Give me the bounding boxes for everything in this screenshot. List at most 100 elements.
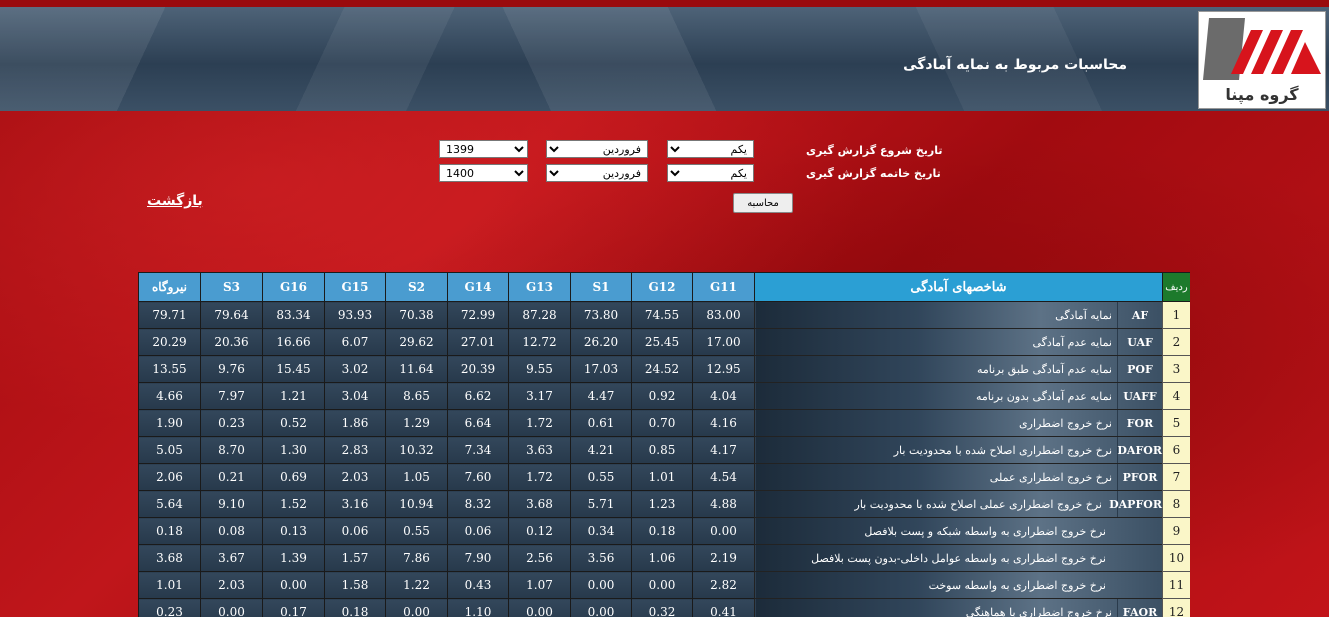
indicator-description: نرخ خروج اضطراری به واسطه شبکه و پست بلا… — [864, 525, 1106, 538]
value-cell: 4.88 — [692, 490, 755, 518]
value-cell: 1.10 — [447, 598, 509, 617]
table-body: 1 AF نمایه آمادگی 83.00 74.55 73.80 87.28 72.99… — [138, 301, 1190, 617]
header-col: G13 — [508, 272, 571, 302]
value-cell: 79.64 — [200, 301, 263, 329]
table-row: 11 نرخ خروج اضطراری به واسطه سوخت 2.82 0.00… — [138, 571, 1190, 599]
value-cell: 3.02 — [324, 355, 386, 383]
value-cell: 0.70 — [631, 409, 693, 437]
value-cell: 24.52 — [631, 355, 693, 383]
row-number: 7 — [1162, 463, 1190, 491]
header-col: G11 — [692, 272, 755, 302]
indicator-cell: AF نمایه آمادگی — [754, 301, 1163, 329]
header-col: G12 — [631, 272, 693, 302]
start-year-select[interactable]: 1399 — [439, 140, 528, 158]
value-cell: 0.34 — [570, 517, 632, 545]
value-cell: 4.16 — [692, 409, 755, 437]
value-cell: 9.55 — [508, 355, 571, 383]
end-month-select[interactable]: فروردین — [546, 164, 648, 182]
indicator-abbr: DAFOR — [1117, 437, 1162, 463]
value-cell: 20.36 — [200, 328, 263, 356]
value-cell: 5.71 — [570, 490, 632, 518]
indicator-cell: FAOR نرخ خروج اضطراری با هماهنگی — [754, 598, 1163, 617]
value-cell: 6.07 — [324, 328, 386, 356]
indicator-description: نرخ خروج اضطراری — [1019, 417, 1112, 430]
value-cell: 0.21 — [200, 463, 263, 491]
value-cell: 9.76 — [200, 355, 263, 383]
row-number: 8 — [1162, 490, 1190, 518]
value-cell: 4.47 — [570, 382, 632, 410]
value-cell: 1.90 — [138, 409, 201, 437]
readiness-table-container: ردیف شاخصهای آمادگی G11 G12 S1 G13 G14 S2 G15 G… — [138, 272, 1190, 617]
value-cell: 4.21 — [570, 436, 632, 464]
value-cell: 70.38 — [385, 301, 448, 329]
row-number: 6 — [1162, 436, 1190, 464]
value-cell: 0.55 — [385, 517, 448, 545]
row-number: 12 — [1162, 598, 1190, 617]
table-row: 10 نرخ خروج اضطراری به واسطه عوامل داخلی-… — [138, 544, 1190, 572]
value-cell: 6.64 — [447, 409, 509, 437]
indicator-cell: FOR نرخ خروج اضطراری — [754, 409, 1163, 437]
value-cell: 7.34 — [447, 436, 509, 464]
top-strip — [0, 0, 1329, 7]
back-link[interactable]: بازگشت — [147, 193, 203, 209]
value-cell: 17.03 — [570, 355, 632, 383]
indicator-description: نرخ خروج اضطراری با هماهنگی — [965, 606, 1112, 617]
row-number: 3 — [1162, 355, 1190, 383]
value-cell: 3.63 — [508, 436, 571, 464]
indicator-description: نرخ خروج اضطراری به واسطه عوامل داخلی-بد… — [811, 552, 1106, 565]
indicator-cell: UAF نمایه عدم آمادگی — [754, 328, 1163, 356]
header-col: G14 — [447, 272, 509, 302]
value-cell: 1.72 — [508, 409, 571, 437]
value-cell: 0.18 — [138, 517, 201, 545]
row-number: 2 — [1162, 328, 1190, 356]
value-cell: 1.22 — [385, 571, 448, 599]
value-cell: 79.71 — [138, 301, 201, 329]
mapna-logo: گروه مپنا — [1198, 11, 1326, 109]
value-cell: 12.95 — [692, 355, 755, 383]
header-banner: محاسبات مربوط به نمایه آمادگی گروه مپنا — [0, 7, 1329, 111]
value-cell: 73.80 — [570, 301, 632, 329]
row-number: 4 — [1162, 382, 1190, 410]
value-cell: 17.00 — [692, 328, 755, 356]
value-cell: 25.45 — [631, 328, 693, 356]
value-cell: 93.93 — [324, 301, 386, 329]
value-cell: 0.23 — [200, 409, 263, 437]
value-cell: 0.00 — [692, 517, 755, 545]
indicator-cell: DAPFOR نرخ خروج اضطراری عملی اصلاح شده با… — [754, 490, 1163, 518]
value-cell: 74.55 — [631, 301, 693, 329]
logo-text: گروه مپنا — [1225, 85, 1299, 104]
indicator-abbr: FOR — [1117, 410, 1162, 436]
row-number: 10 — [1162, 544, 1190, 572]
value-cell: 0.12 — [508, 517, 571, 545]
value-cell: 0.92 — [631, 382, 693, 410]
indicator-cell: DAFOR نرخ خروج اضطراری اصلاح شده با محدود… — [754, 436, 1163, 464]
end-day-select[interactable]: یکم — [667, 164, 754, 182]
header-col: G15 — [324, 272, 386, 302]
value-cell: 1.01 — [138, 571, 201, 599]
calculate-button[interactable]: محاسبه — [733, 193, 793, 213]
value-cell: 4.66 — [138, 382, 201, 410]
start-day-select[interactable]: یکم — [667, 140, 754, 158]
indicator-abbr: POF — [1117, 356, 1162, 382]
end-year-select[interactable]: 1400 — [439, 164, 528, 182]
value-cell: 0.00 — [262, 571, 325, 599]
value-cell: 0.32 — [631, 598, 693, 617]
start-month-select[interactable]: فروردین — [546, 140, 648, 158]
value-cell: 1.39 — [262, 544, 325, 572]
value-cell: 0.00 — [200, 598, 263, 617]
value-cell: 1.01 — [631, 463, 693, 491]
value-cell: 26.20 — [570, 328, 632, 356]
indicator-cell: نرخ خروج اضطراری به واسطه عوامل داخلی-بد… — [754, 544, 1163, 572]
row-number: 5 — [1162, 409, 1190, 437]
value-cell: 16.66 — [262, 328, 325, 356]
value-cell: 0.00 — [570, 598, 632, 617]
row-number: 9 — [1162, 517, 1190, 545]
value-cell: 20.29 — [138, 328, 201, 356]
value-cell: 9.10 — [200, 490, 263, 518]
value-cell: 1.06 — [631, 544, 693, 572]
table-row: 4 UAFF نمایه عدم آمادگی بدون برنامه 4.04 0.9… — [138, 382, 1190, 410]
indicator-cell: نرخ خروج اضطراری به واسطه سوخت — [754, 571, 1163, 599]
table-row: 6 DAFOR نرخ خروج اضطراری اصلاح شده با محدو… — [138, 436, 1190, 464]
value-cell: 4.54 — [692, 463, 755, 491]
start-date-label: تاریخ شروع گزارش گیری — [806, 144, 943, 157]
